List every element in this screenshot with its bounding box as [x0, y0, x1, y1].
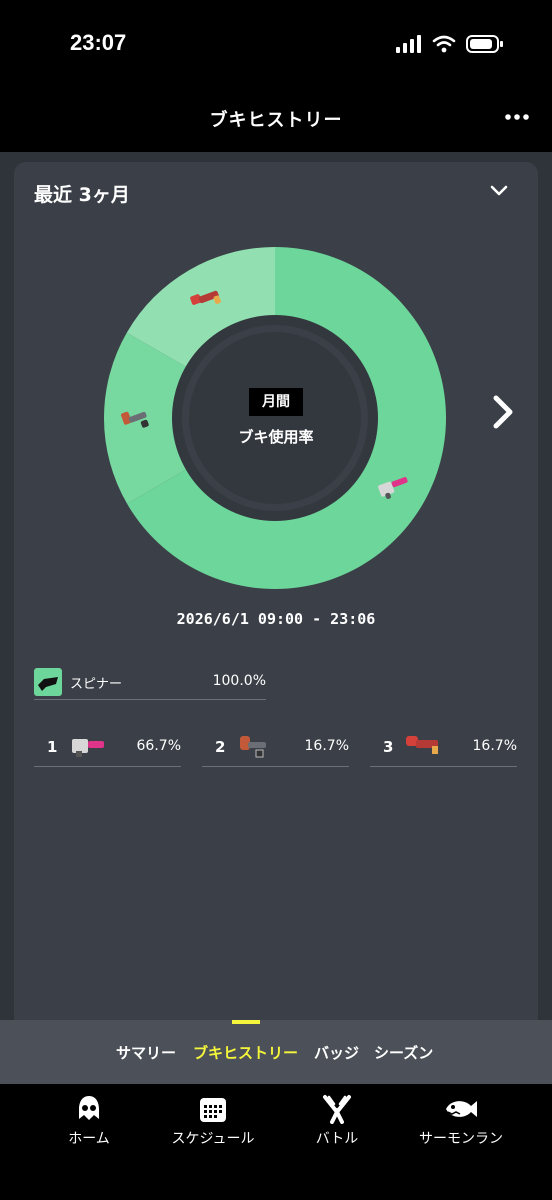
chevron-down-icon [490, 185, 508, 196]
usage-rate-label: ブキ使用率 [238, 428, 314, 446]
ranking-item[interactable]: 3 16.7% [370, 724, 517, 767]
chevron-right-icon [493, 395, 513, 429]
status-bar: 23:07 [0, 0, 552, 90]
active-tab-indicator [232, 1020, 260, 1024]
status-time: 23:07 [70, 30, 127, 55]
period-label: 最近 3ヶ月 [34, 184, 130, 206]
status-icons [396, 34, 504, 54]
category-percent: 100.0% [212, 673, 266, 689]
tab-weapon-history[interactable]: ブキヒストリー [193, 1042, 298, 1063]
tab-badges[interactable]: バッジ [314, 1042, 359, 1063]
rank-number: 1 [47, 738, 58, 756]
more-icon [505, 114, 529, 120]
monthly-tag: 月間 [249, 388, 303, 416]
rank-percent: 16.7% [304, 738, 349, 754]
squid-icon [79, 1096, 99, 1120]
bottom-navigation: ホーム スケジュール バトル サーモンラン [0, 1084, 552, 1200]
crossed-claws-icon [323, 1095, 351, 1124]
date-range: 2026/6/1 09:00 - 23:06 [176, 610, 376, 628]
calendar-icon [200, 1098, 226, 1122]
next-chart-button[interactable] [492, 394, 516, 434]
nav-battle[interactable]: バトル [272, 1094, 402, 1148]
battery-icon [466, 35, 503, 53]
ranking-item[interactable]: 1 66.7% [34, 724, 181, 767]
signal-icon [396, 35, 421, 53]
weapon-1-icon [72, 739, 104, 757]
ranking-item[interactable]: 2 16.7% [202, 724, 349, 767]
nav-home-label: ホーム [68, 1131, 110, 1147]
app-header: ブキヒストリー [0, 90, 552, 152]
rank-number: 3 [383, 738, 394, 756]
tab-summary[interactable]: サマリー [116, 1042, 176, 1063]
weapon-2-icon [240, 736, 266, 758]
tab-season[interactable]: シーズン [374, 1042, 433, 1063]
nav-salmon-run[interactable]: サーモンラン [396, 1094, 526, 1148]
page-title: ブキヒストリー [209, 110, 343, 131]
nav-home[interactable]: ホーム [24, 1094, 154, 1148]
rank-number: 2 [215, 738, 226, 756]
nav-salmon-run-label: サーモンラン [419, 1131, 503, 1147]
wifi-icon [432, 35, 456, 53]
weapon-3-icon [406, 736, 438, 754]
spinner-category-icon [34, 668, 62, 696]
weapon-category-row: スピナー 100.0% [34, 665, 266, 700]
period-dropdown[interactable] [490, 182, 508, 201]
history-sub-tabs: サマリー ブキヒストリー バッジ シーズン [0, 1020, 552, 1084]
nav-battle-label: バトル [315, 1131, 359, 1147]
rank-percent: 16.7% [472, 738, 517, 754]
nav-schedule-label: スケジュール [171, 1131, 255, 1147]
usage-donut-chart [103, 247, 447, 589]
rank-percent: 66.7% [136, 738, 181, 754]
more-button[interactable] [502, 102, 532, 132]
donut-center [189, 332, 361, 504]
nav-schedule[interactable]: スケジュール [148, 1094, 278, 1148]
weapon-history-card: 最近 3ヶ月 月間 ブキ使用率 2026/6/1 09:00 - 23:06 ス… [14, 162, 538, 1022]
fish-icon [446, 1101, 477, 1117]
category-label: スピナー [70, 677, 123, 692]
